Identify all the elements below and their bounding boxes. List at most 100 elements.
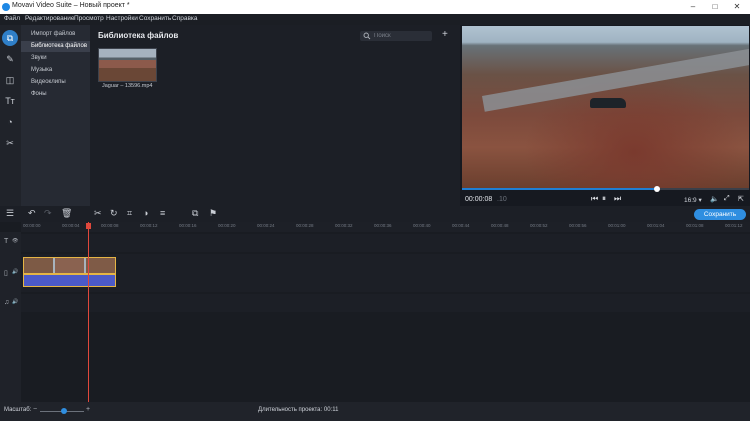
progress-track[interactable]	[657, 188, 749, 190]
text-track-icon: T	[4, 238, 9, 245]
window-title: Movavi Video Suite – Новый проект *	[12, 2, 130, 9]
ruler-tick: 00:00:48	[491, 223, 509, 228]
ruler-tick: 00:00:04	[62, 223, 80, 228]
media-file-name: Jaguar – 13596.mp4	[102, 83, 153, 89]
titles-icon[interactable]: Tт	[2, 93, 18, 109]
side-item-import[interactable]: Импорт файлов	[21, 29, 90, 40]
library-title: Библиотека файлов	[98, 31, 179, 40]
ruler-tick: 00:00:32	[335, 223, 353, 228]
ruler-tick: 00:00:24	[257, 223, 275, 228]
ruler-tick: 00:00:52	[530, 223, 548, 228]
side-menu: Импорт файлов Библиотека файлов Звуки Му…	[21, 25, 90, 206]
side-item-library[interactable]: Библиотека файлов	[21, 41, 90, 52]
prev-frame-icon[interactable]: ⏮	[591, 194, 598, 204]
ruler-tick: 00:00:44	[452, 223, 470, 228]
expand-icon[interactable]: ⇱	[738, 195, 744, 203]
cut-icon[interactable]: ✂	[94, 208, 102, 219]
music-track-mute-icon[interactable]: 🔊	[12, 299, 18, 305]
zoom-slider-knob[interactable]	[61, 408, 67, 414]
ruler-tick: 00:00:56	[569, 223, 587, 228]
title-bar: Movavi Video Suite – Новый проект * – □ …	[0, 0, 750, 14]
overlay-icon[interactable]: ⧉	[192, 208, 198, 219]
next-frame-icon[interactable]: ⏭	[614, 194, 621, 204]
progress-knob[interactable]	[654, 186, 660, 192]
playhead[interactable]	[88, 222, 89, 402]
menu-settings[interactable]: Настройки	[106, 15, 138, 22]
video-preview[interactable]	[462, 26, 749, 188]
aspect-ratio-select[interactable]: 16:9 ▾	[684, 196, 702, 204]
project-duration: Длительность проекта: 00:11	[258, 407, 339, 413]
marker-icon[interactable]: ⚑	[209, 208, 217, 219]
pause-icon[interactable]: ⏸	[602, 194, 606, 204]
search-icon	[363, 32, 371, 40]
ruler-tick: 00:00:12	[140, 223, 158, 228]
rotate-icon[interactable]: ↻	[110, 208, 118, 219]
ruler-tick: 00:00:20	[218, 223, 236, 228]
audio-clip[interactable]	[23, 274, 116, 287]
maximize-button[interactable]: □	[704, 0, 726, 14]
time-ruler[interactable]: 00:00:00 00:00:04 00:00:08 00:00:12 00:0…	[21, 222, 750, 232]
video-clip[interactable]	[23, 257, 116, 274]
ruler-tick: 00:00:00	[23, 223, 41, 228]
menu-file[interactable]: Файл	[4, 15, 20, 22]
minimize-button[interactable]: –	[682, 0, 704, 14]
menu-view[interactable]: Просмотр	[74, 15, 104, 22]
import-icon[interactable]: ⧉	[2, 30, 18, 46]
video-track-icon: ▯	[4, 270, 8, 277]
text-track[interactable]	[21, 234, 750, 252]
ruler-tick: 00:01:08	[686, 223, 704, 228]
delete-icon[interactable]: 🗑	[61, 208, 72, 219]
crop-icon[interactable]: ⌗	[127, 208, 132, 219]
ruler-tick: 00:01:04	[647, 223, 665, 228]
side-item-music[interactable]: Музыка	[21, 65, 90, 76]
menu-edit[interactable]: Редактирование	[25, 15, 75, 22]
preview-panel: 00:00:08 .10 ⏮ ⏸ ⏭ 16:9 ▾ 🔈 ⤢ ⇱	[460, 25, 750, 206]
ruler-tick: 00:00:36	[374, 223, 392, 228]
text-track-visibility-icon[interactable]: 👁	[12, 238, 18, 244]
media-thumbnail[interactable]	[98, 48, 157, 82]
menu-help[interactable]: Справка	[172, 15, 198, 22]
volume-icon[interactable]: 🔈	[710, 195, 719, 203]
track-menu-icon[interactable]: ☰	[6, 208, 14, 219]
video-track-mute-icon[interactable]: 🔊	[12, 269, 18, 275]
zoom-out-icon[interactable]: −	[33, 406, 37, 413]
music-track[interactable]	[21, 294, 750, 312]
ruler-tick: 00:00:16	[179, 223, 197, 228]
track-headers: T 👁 ▯ 🔊 ♫ 🔊	[0, 232, 21, 402]
current-time: 00:00:08	[465, 196, 493, 203]
undo-icon[interactable]: ↶	[28, 208, 36, 219]
search-input[interactable]	[374, 31, 430, 41]
ruler-tick: 00:01:00	[608, 223, 626, 228]
transitions-icon[interactable]: ◫	[2, 72, 18, 88]
stickers-icon[interactable]: ◔	[2, 114, 18, 130]
timeline: 00:00:00 00:00:04 00:00:08 00:00:12 00:0…	[0, 222, 750, 402]
total-time: .10	[497, 196, 507, 203]
add-file-button[interactable]: +	[442, 29, 448, 40]
redo-icon[interactable]: ↷	[44, 208, 52, 219]
clip-properties-icon[interactable]: ≡	[160, 208, 165, 218]
tool-strip: ⧉ ✎ ◫ Tт ◔ ✂	[0, 25, 21, 206]
zoom-label: Масштаб:	[4, 407, 32, 413]
car-image	[590, 98, 626, 108]
zoom-in-icon[interactable]: +	[86, 406, 90, 413]
export-button[interactable]: Сохранить	[694, 209, 746, 220]
side-item-videoclips[interactable]: Видеоклипы	[21, 77, 90, 88]
ruler-tick: 00:00:08	[101, 223, 119, 228]
close-button[interactable]: ✕	[726, 0, 748, 14]
status-bar: Масштаб: − + Длительность проекта: 00:11	[0, 402, 750, 421]
search-box[interactable]	[360, 31, 432, 41]
side-item-sounds[interactable]: Звуки	[21, 53, 90, 64]
ruler-tick: 00:00:40	[413, 223, 431, 228]
ruler-tick: 00:00:28	[296, 223, 314, 228]
video-track[interactable]	[21, 254, 750, 292]
tools-icon[interactable]: ✂	[2, 135, 18, 151]
menu-bar: Файл Редактирование Просмотр Настройки С…	[0, 14, 750, 25]
wand-icon[interactable]: ✎	[2, 51, 18, 67]
menu-save[interactable]: Сохранить	[139, 15, 171, 22]
app-icon	[2, 3, 10, 11]
color-adjust-icon[interactable]: ◑	[143, 208, 148, 218]
library-panel: Библиотека файлов + Jaguar – 13596.mp4	[90, 25, 460, 206]
side-item-backgrounds[interactable]: Фоны	[21, 89, 90, 100]
fullscreen-icon[interactable]: ⤢	[724, 195, 730, 203]
progress-fill[interactable]	[462, 188, 657, 190]
